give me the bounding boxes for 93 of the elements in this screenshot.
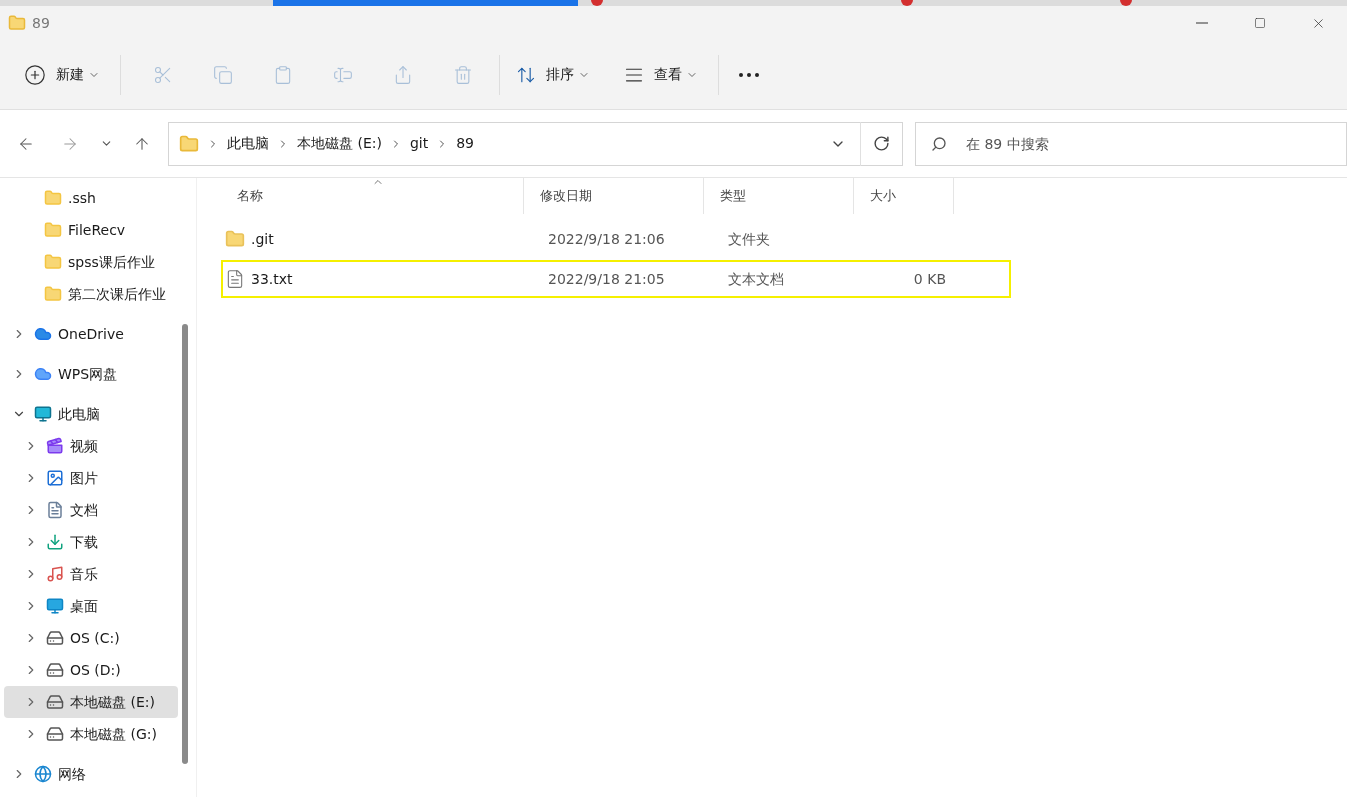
cloud-icon (34, 325, 52, 343)
sidebar-label: 图片 (70, 468, 98, 488)
sidebar-item[interactable]: 文档 (4, 494, 178, 526)
column-header[interactable]: 名称 (221, 178, 524, 214)
address-bar[interactable]: 此电脑 本地磁盘 (E:) git 89 (168, 121, 903, 166)
sidebar-label: 文档 (70, 500, 98, 520)
column-header[interactable]: 大小 (854, 178, 954, 214)
sidebar-label: 本地磁盘 (G:) (70, 724, 157, 744)
sidebar-label: 桌面 (70, 596, 98, 616)
text-file-icon (225, 269, 245, 289)
sidebar-label: OneDrive (58, 324, 124, 344)
sidebar-label: 视频 (70, 436, 98, 456)
more-icon (739, 72, 759, 77)
column-header[interactable]: 修改日期 (524, 178, 704, 214)
image-icon (46, 469, 64, 487)
folder-icon (8, 14, 26, 32)
video-icon (46, 437, 64, 455)
sort-button[interactable]: 排序 (506, 54, 600, 95)
sidebar-item[interactable]: 下载 (4, 526, 178, 558)
sidebar-item[interactable]: 网络 (4, 758, 178, 790)
modified-date: 2022/9/18 21:06 (547, 229, 666, 249)
modified-date: 2022/9/18 21:05 (547, 269, 666, 289)
sidebar-label: WPS网盘 (58, 364, 118, 384)
sidebar-label: spss课后作业 (68, 252, 155, 272)
file-size: 0 KB (913, 269, 946, 289)
sidebar-item[interactable]: 第二次课后作业 (4, 278, 178, 310)
refresh-icon[interactable] (873, 135, 890, 152)
sidebar-label: 网络 (58, 764, 86, 784)
sidebar-item[interactable]: FileRecv (4, 214, 178, 246)
sidebar-label: OS (D:) (70, 660, 121, 680)
file-name: 33.txt (251, 269, 293, 289)
sidebar-item[interactable]: .ssh (4, 182, 178, 214)
sidebar-item[interactable]: 本地磁盘 (G:) (4, 718, 178, 750)
monitor-icon (34, 405, 52, 423)
minimize-icon (1196, 22, 1208, 24)
share-icon (393, 64, 413, 85)
folder-icon (44, 253, 62, 271)
sidebar-label: 此电脑 (58, 404, 100, 424)
cloud-icon (34, 365, 52, 383)
sidebar-label: 下载 (70, 532, 98, 552)
sidebar-label: OS (C:) (70, 628, 120, 648)
sidebar-item[interactable]: 图片 (4, 462, 178, 494)
file-row[interactable]: 33.txt 2022/9/18 21:05 文本文档 0 KB (221, 260, 1011, 298)
drive-icon (46, 661, 64, 679)
plus-icon (24, 63, 46, 86)
file-type: 文件夹 (727, 229, 771, 249)
scrollbar[interactable] (182, 324, 188, 764)
scissors-icon (153, 64, 173, 85)
file-row[interactable]: .git 2022/9/18 21:06 文件夹 (221, 220, 1011, 258)
view-button[interactable]: 查看 (614, 54, 708, 95)
trash-icon (453, 64, 473, 85)
desktop-icon (46, 597, 64, 615)
breadcrumb-item[interactable]: 此电脑 (227, 133, 269, 154)
window-title: 89 (32, 13, 50, 33)
sidebar-item[interactable]: spss课后作业 (4, 246, 178, 278)
sidebar-item[interactable]: 音乐 (4, 558, 178, 590)
file-name: .git (251, 229, 274, 249)
clipboard-icon (273, 64, 293, 85)
folder-icon (44, 221, 62, 239)
music-icon (46, 565, 64, 583)
folder-icon (44, 189, 62, 207)
sidebar-item[interactable]: OS (D:) (4, 654, 178, 686)
sidebar-item[interactable]: OS (C:) (4, 622, 178, 654)
drive-icon (46, 725, 64, 743)
breadcrumb-item[interactable]: git (409, 133, 429, 154)
sidebar-label: 本地磁盘 (E:) (70, 692, 155, 712)
drive-icon (46, 629, 64, 647)
folder-icon (179, 133, 199, 154)
sidebar-item[interactable]: 桌面 (4, 590, 178, 622)
sidebar-label: 第二次课后作业 (68, 284, 166, 304)
new-button[interactable]: 新建 (16, 54, 108, 95)
sidebar-item[interactable]: 视频 (4, 430, 178, 462)
sidebar-label: 音乐 (70, 564, 98, 584)
sidebar-label: FileRecv (68, 220, 126, 240)
download-icon (46, 533, 64, 551)
drive-icon (46, 693, 64, 711)
sidebar-item[interactable]: 本地磁盘 (E:) (4, 686, 178, 718)
folder-icon (44, 285, 62, 303)
globe-icon (34, 765, 52, 783)
file-type: 文本文档 (727, 269, 785, 289)
sidebar-item[interactable]: 此电脑 (4, 398, 178, 430)
breadcrumb-item[interactable]: 本地磁盘 (E:) (297, 133, 382, 154)
search-field[interactable]: 在 89 中搜索 (915, 121, 1347, 166)
folder-icon (225, 229, 245, 249)
sidebar-item[interactable]: WPS网盘 (4, 358, 178, 390)
maximize-icon (1254, 17, 1266, 29)
sidebar-label: .ssh (68, 188, 96, 208)
sidebar-item[interactable]: OneDrive (4, 318, 178, 350)
column-header[interactable]: 类型 (704, 178, 854, 214)
copy-icon (213, 64, 233, 85)
search-icon (931, 135, 947, 152)
breadcrumb-item[interactable]: 89 (456, 133, 475, 154)
document-icon (46, 501, 64, 519)
